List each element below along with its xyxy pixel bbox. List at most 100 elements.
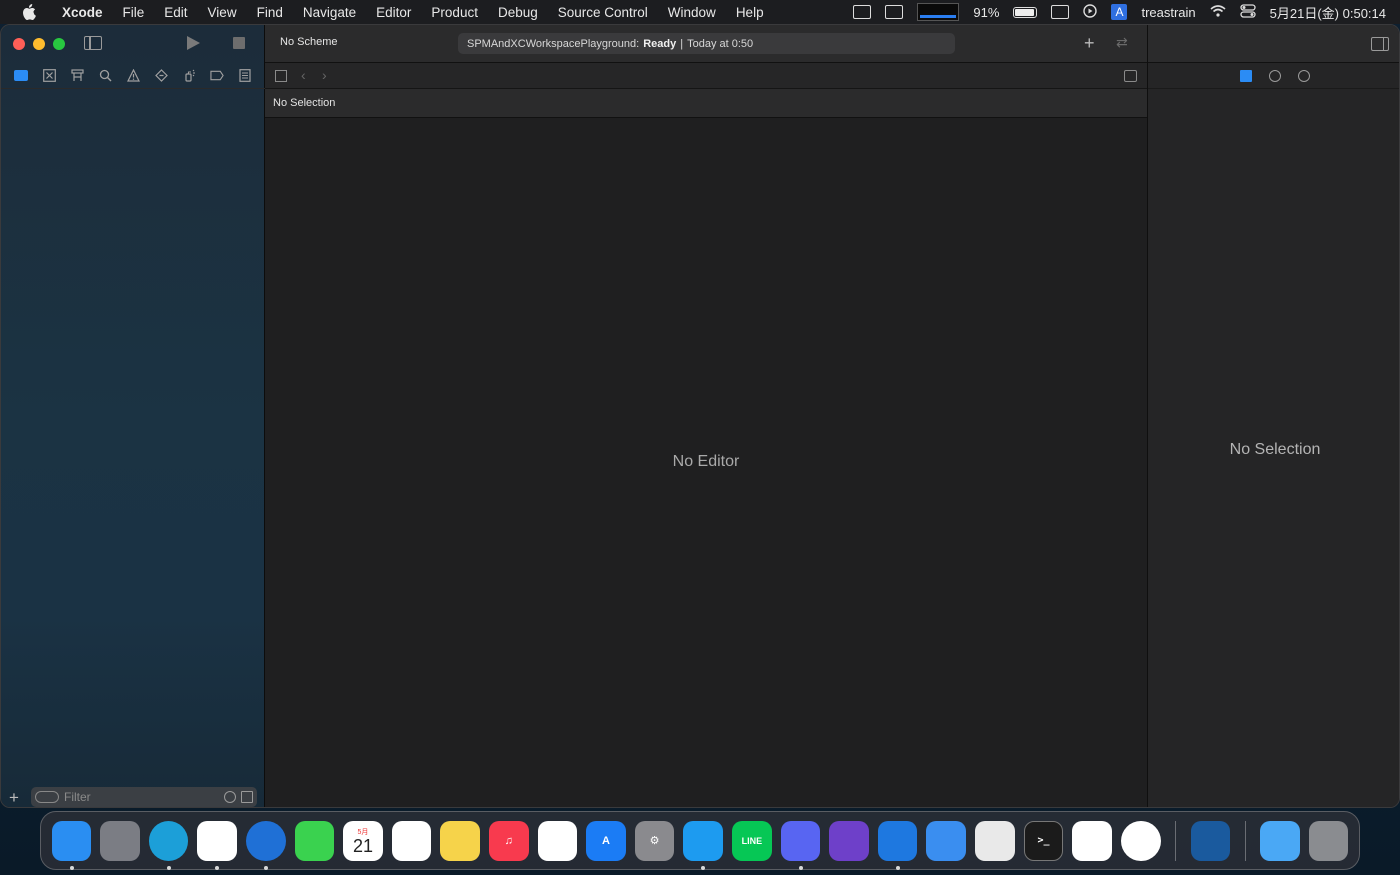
reminders-icon[interactable] (391, 820, 432, 861)
close-window-button[interactable] (13, 38, 25, 50)
music-icon[interactable]: ♫ (488, 820, 529, 861)
source-control-navigator-icon[interactable] (42, 69, 56, 83)
filter-input[interactable] (64, 790, 219, 804)
code-review-swap-icon[interactable]: ⇄ (1116, 34, 1128, 51)
apple-menu-icon[interactable] (20, 4, 38, 20)
navigator-tabs (1, 63, 265, 89)
play-circle-icon[interactable] (1083, 3, 1098, 21)
calendar-day: 21 (352, 835, 373, 856)
window-manager-icon[interactable] (1051, 5, 1070, 19)
line-icon[interactable]: LINE (732, 820, 772, 861)
network-graph-icon[interactable] (917, 3, 960, 21)
trash-icon[interactable] (1308, 820, 1349, 861)
xcode-window: + No Scheme SPMAndXCWorkspacePlayground:… (0, 24, 1400, 808)
related-items-grid-icon[interactable] (275, 70, 287, 82)
source-control-filter-icon[interactable] (241, 791, 253, 803)
wifi-icon[interactable] (1210, 4, 1226, 20)
clock[interactable]: 5月21日(金) 0:50:14 (1270, 3, 1386, 22)
test-navigator-diamond-icon[interactable] (154, 69, 168, 83)
go-back-chevron-icon[interactable]: ‹ (301, 67, 306, 83)
ram-monitor-icon[interactable] (853, 5, 872, 19)
dock-separator (1244, 820, 1246, 861)
edge-icon[interactable] (148, 820, 189, 870)
menu-navigate[interactable]: Navigate (293, 5, 366, 20)
add-file-plus-icon[interactable]: + (9, 789, 23, 806)
battery-percent[interactable]: 91% (973, 5, 999, 20)
github-icon[interactable] (829, 820, 869, 861)
file-inspector-icon[interactable] (1240, 69, 1252, 82)
cpu-monitor-icon[interactable] (885, 5, 904, 19)
calendar-icon[interactable]: 5月 21 (343, 820, 383, 861)
terminal-icon[interactable]: >_ (1023, 820, 1064, 861)
editor-jump-bar: ‹ › (265, 63, 1147, 89)
breakpoint-navigator-icon[interactable] (210, 69, 224, 83)
stop-icon[interactable] (233, 37, 245, 49)
launchpad-icon[interactable] (100, 820, 140, 861)
scheme-selector[interactable]: No Scheme (280, 36, 337, 48)
settings-icon[interactable]: ⚙ (634, 820, 675, 861)
minimize-window-button[interactable] (33, 38, 45, 50)
folder-icon[interactable] (1260, 820, 1300, 861)
window-toolbar: No Scheme SPMAndXCWorkspacePlayground: R… (265, 25, 1147, 63)
inspector-toolbar (1148, 25, 1399, 63)
split-editor-icon[interactable] (1124, 70, 1137, 82)
activity-project-name: SPMAndXCWorkspacePlayground: (467, 37, 640, 50)
affinity-icon[interactable] (1190, 820, 1231, 861)
filter-options-icon[interactable] (35, 791, 59, 803)
menu-file[interactable]: File (113, 5, 155, 20)
report-navigator-icon[interactable] (238, 69, 252, 83)
xcode-beta-icon[interactable] (926, 820, 967, 861)
activity-separator: | (680, 37, 684, 50)
editor-path-bar[interactable]: No Selection (265, 89, 1147, 118)
issue-navigator-warning-icon[interactable] (126, 69, 140, 83)
twitter-icon[interactable] (683, 820, 724, 870)
control-center-icon[interactable] (1240, 3, 1256, 21)
dock: 5月 21 ♫ A ⚙ LINE >_ (40, 811, 1360, 870)
menu-edit[interactable]: Edit (154, 5, 197, 20)
symbol-navigator-icon[interactable] (70, 69, 84, 83)
debug-navigator-spray-icon[interactable] (182, 69, 196, 83)
discord-icon[interactable] (780, 820, 821, 870)
menu-product[interactable]: Product (421, 5, 488, 20)
menu-app-xcode[interactable]: Xcode (52, 5, 113, 20)
xcode-icon[interactable] (877, 820, 918, 870)
inspector-no-selection: No Selection (1229, 441, 1321, 458)
editor-area: No Scheme SPMAndXCWorkspacePlayground: R… (265, 25, 1147, 807)
find-navigator-search-icon[interactable] (98, 69, 112, 83)
textedit-icon[interactable] (975, 820, 1015, 861)
activity-view: SPMAndXCWorkspacePlayground: Ready | Tod… (458, 33, 955, 54)
run-icon[interactable] (187, 36, 200, 50)
menu-window[interactable]: Window (658, 5, 726, 20)
compass-icon[interactable] (245, 820, 286, 870)
history-inspector-clock-icon[interactable] (1269, 69, 1281, 82)
menu-find[interactable]: Find (247, 5, 293, 20)
menu-source-control[interactable]: Source Control (548, 5, 658, 20)
inspector-panel: No Selection (1147, 25, 1399, 807)
inspector-tabs (1148, 63, 1399, 89)
notes-icon[interactable] (440, 820, 480, 861)
appstore-icon[interactable]: A (586, 820, 626, 861)
recent-files-clock-icon[interactable] (224, 791, 236, 803)
messages-icon[interactable] (294, 820, 335, 861)
window-controls (13, 38, 65, 50)
library-plus-icon[interactable]: + (1084, 33, 1095, 54)
battery-icon[interactable] (1013, 6, 1038, 18)
menu-help[interactable]: Help (726, 5, 774, 20)
input-source-icon[interactable]: A (1111, 4, 1128, 20)
transporter-icon[interactable] (1120, 820, 1161, 861)
user-name[interactable]: treastrain (1141, 5, 1195, 20)
vscode-icon[interactable] (1072, 820, 1112, 861)
menu-view[interactable]: View (198, 5, 247, 20)
finder-icon[interactable] (51, 820, 92, 870)
go-forward-chevron-icon[interactable]: › (322, 67, 327, 83)
menu-debug[interactable]: Debug (488, 5, 548, 20)
toggle-navigator-icon[interactable] (84, 36, 102, 50)
menu-editor[interactable]: Editor (366, 5, 421, 20)
calendar-month: 5月 (357, 828, 369, 836)
project-navigator-folder-icon[interactable] (14, 69, 28, 83)
toggle-inspector-icon[interactable] (1371, 37, 1389, 51)
keynote-icon[interactable] (537, 820, 578, 861)
zoom-window-button[interactable] (53, 38, 65, 50)
quick-help-question-icon[interactable] (1298, 69, 1310, 82)
slack-icon[interactable] (197, 820, 237, 870)
